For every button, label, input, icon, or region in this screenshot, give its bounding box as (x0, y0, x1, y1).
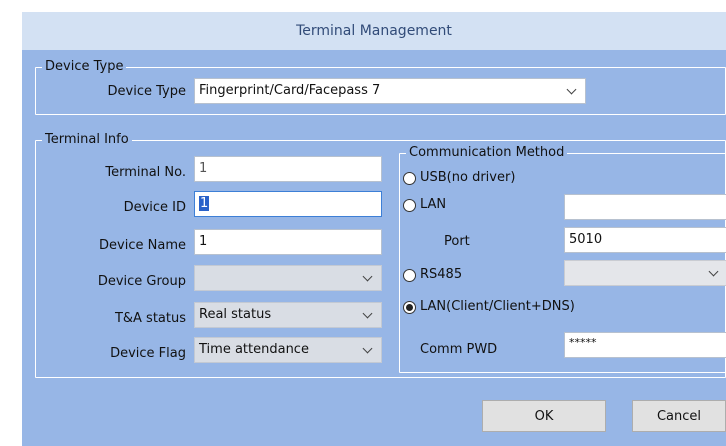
device-flag-label: Device Flag (110, 346, 186, 361)
cancel-label: Cancel (656, 408, 702, 424)
port-field[interactable]: 5010 (564, 227, 726, 253)
usb-radio[interactable]: USB(no driver) (403, 170, 515, 186)
dialog-client-area: Device Type Device Type Fingerprint/Card… (22, 50, 726, 446)
chevron-down-icon (362, 343, 373, 354)
radio-icon (403, 198, 416, 212)
cancel-button[interactable]: Cancel (632, 400, 726, 432)
device-type-select[interactable]: Fingerprint/Card/Facepass 7 (194, 78, 586, 104)
ta-status-label: T&A status (114, 311, 186, 326)
device-name-value: 1 (199, 234, 208, 249)
device-type-label: Device Type (107, 84, 186, 99)
ta-status-value: Real status (199, 307, 272, 322)
chevron-down-icon (566, 84, 577, 95)
device-group-label: Device Group (97, 274, 186, 289)
lan-label: LAN (420, 197, 447, 212)
lan-ip-field[interactable] (564, 194, 726, 220)
device-flag-value: Time attendance (199, 342, 309, 357)
chevron-down-icon (362, 271, 373, 282)
terminal-no-value: 1 (199, 161, 208, 176)
comm-pwd-value: ***** (569, 336, 597, 349)
device-group-select[interactable] (194, 265, 382, 291)
device-id-label: Device ID (123, 200, 186, 215)
device-id-field[interactable]: 1 (194, 191, 382, 217)
chevron-down-icon (708, 266, 719, 277)
rs485-select[interactable] (564, 260, 726, 286)
device-name-label: Device Name (99, 238, 186, 253)
lan-radio[interactable]: LAN (403, 197, 446, 213)
ta-status-select[interactable]: Real status (194, 302, 382, 328)
radio-icon (403, 268, 416, 282)
communication-method-group-title: Communication Method (406, 145, 568, 161)
rs485-radio[interactable]: RS485 (403, 267, 462, 283)
port-label: Port (444, 234, 470, 249)
comm-pwd-label: Comm PWD (420, 342, 498, 357)
radio-selected-icon (403, 300, 416, 314)
ok-label: OK (534, 408, 554, 424)
ok-button[interactable]: OK (482, 400, 606, 432)
communication-method-group: Communication Method USB(no driver) LAN … (399, 145, 726, 373)
radio-icon (403, 171, 416, 185)
terminal-info-group-title: Terminal Info (42, 132, 132, 148)
comm-pwd-field[interactable]: ***** (564, 332, 726, 358)
device-id-value: 1 (199, 196, 210, 211)
terminal-management-window: Terminal Management Device Type Device T… (0, 0, 726, 446)
lan-client-radio[interactable]: LAN(Client/Client+DNS) (403, 299, 575, 315)
title-bar[interactable]: Terminal Management (22, 12, 726, 50)
device-type-group: Device Type Device Type Fingerprint/Card… (35, 59, 726, 115)
window-title: Terminal Management (296, 23, 452, 39)
chevron-down-icon (362, 308, 373, 319)
device-type-group-title: Device Type (42, 59, 127, 75)
terminal-info-group: Terminal Info Terminal No. 1 Device ID 1… (35, 132, 726, 378)
port-value: 5010 (569, 232, 603, 247)
device-flag-select[interactable]: Time attendance (194, 337, 382, 363)
device-name-field[interactable]: 1 (194, 229, 382, 255)
lan-client-label: LAN(Client/Client+DNS) (420, 299, 575, 314)
terminal-no-label: Terminal No. (105, 165, 186, 180)
device-type-value: Fingerprint/Card/Facepass 7 (199, 83, 381, 98)
usb-label: USB(no driver) (420, 170, 516, 185)
terminal-no-field[interactable]: 1 (194, 156, 382, 182)
rs485-label: RS485 (420, 267, 463, 282)
